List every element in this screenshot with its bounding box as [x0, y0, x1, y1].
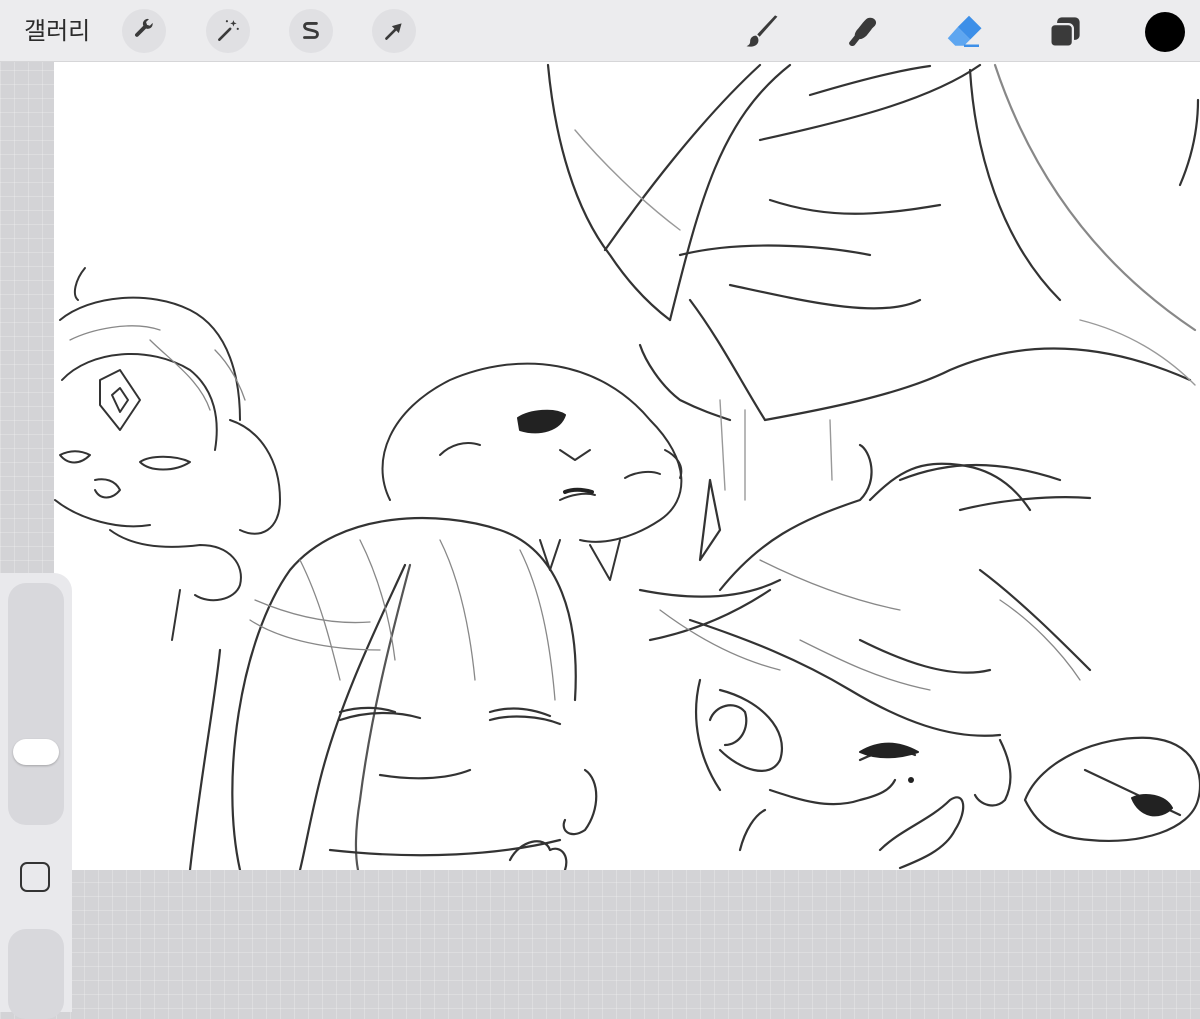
- layers-icon: [1049, 17, 1080, 48]
- eraser-tool-button[interactable]: [944, 12, 984, 52]
- smudge-tool-button[interactable]: [843, 12, 883, 52]
- paint-tool-button[interactable]: [742, 12, 782, 52]
- slider-thumb[interactable]: [13, 739, 59, 765]
- selection-s-icon: [303, 22, 319, 39]
- eraser-icon: [947, 15, 982, 47]
- arrow-cursor-icon: [385, 23, 402, 40]
- brush-icon: [746, 15, 778, 47]
- gallery-button[interactable]: 갤러리: [24, 16, 90, 46]
- color-picker-button[interactable]: [1145, 12, 1185, 52]
- layers-button[interactable]: [1045, 12, 1085, 52]
- wrench-icon: [134, 18, 153, 37]
- selection-button[interactable]: [289, 9, 333, 53]
- actions-button[interactable]: [122, 9, 166, 53]
- sketch-artwork: [54, 63, 1200, 870]
- magic-wand-icon: [218, 20, 239, 41]
- modify-button[interactable]: [20, 862, 50, 892]
- top-toolbar: 갤러리: [0, 0, 1200, 62]
- brush-size-slider[interactable]: [8, 583, 64, 825]
- adjustments-button[interactable]: [206, 9, 250, 53]
- opacity-slider[interactable]: [8, 929, 64, 1019]
- drawing-canvas[interactable]: [54, 62, 1200, 870]
- smudge-icon: [849, 17, 877, 46]
- transform-button[interactable]: [372, 9, 416, 53]
